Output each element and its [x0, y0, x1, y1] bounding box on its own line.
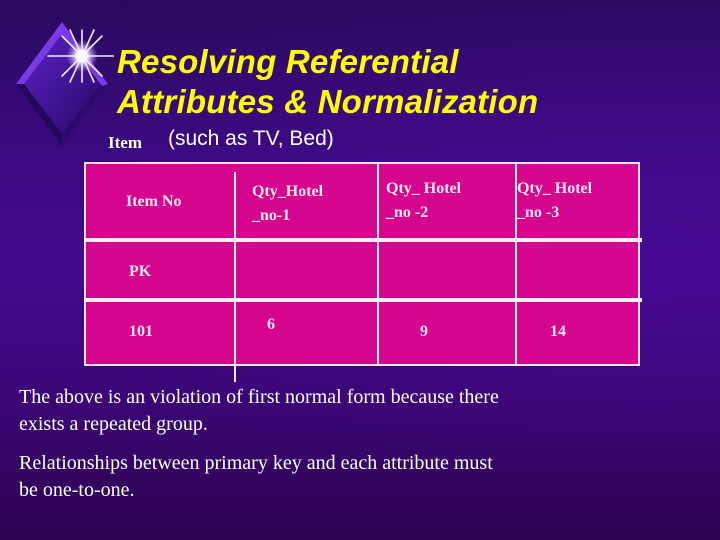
- subtitle-text: (such as TV, Bed): [168, 127, 334, 150]
- table-column-divider: [377, 162, 379, 366]
- table-cell: 101: [129, 323, 153, 340]
- table-cell: 9: [420, 323, 428, 340]
- table-cell: 14: [550, 323, 566, 340]
- slide-title: Resolving Referential Attributes & Norma…: [117, 42, 538, 122]
- note-one-to-one: Relationships between primary key and ea…: [19, 452, 493, 501]
- sparkle-diamond-icon: [16, 22, 114, 146]
- table-row-divider: [84, 238, 642, 242]
- title-line-1: Resolving Referential: [117, 43, 459, 80]
- table-header-cell: Qty_Hotel _no-1: [252, 183, 324, 224]
- title-line-2: Attributes & Normalization: [117, 83, 539, 120]
- table-header-cell: Item No: [126, 193, 182, 210]
- table-row-divider: [84, 298, 642, 302]
- subtitle-label: Item: [108, 133, 142, 152]
- repeated-group-table: Item No Qty_Hotel _no-1 Qty_ Hotel _no -…: [84, 162, 642, 382]
- table-cell: PK: [129, 263, 152, 280]
- table-header-cell: Qty_ Hotel _no -2: [386, 180, 462, 221]
- table-column-divider: [234, 172, 236, 382]
- note-first-normal-form: The above is an violation of first norma…: [19, 386, 499, 435]
- table-header-cell: Qty_ Hotel _no -3: [517, 180, 593, 221]
- table-cell: 6: [267, 316, 275, 333]
